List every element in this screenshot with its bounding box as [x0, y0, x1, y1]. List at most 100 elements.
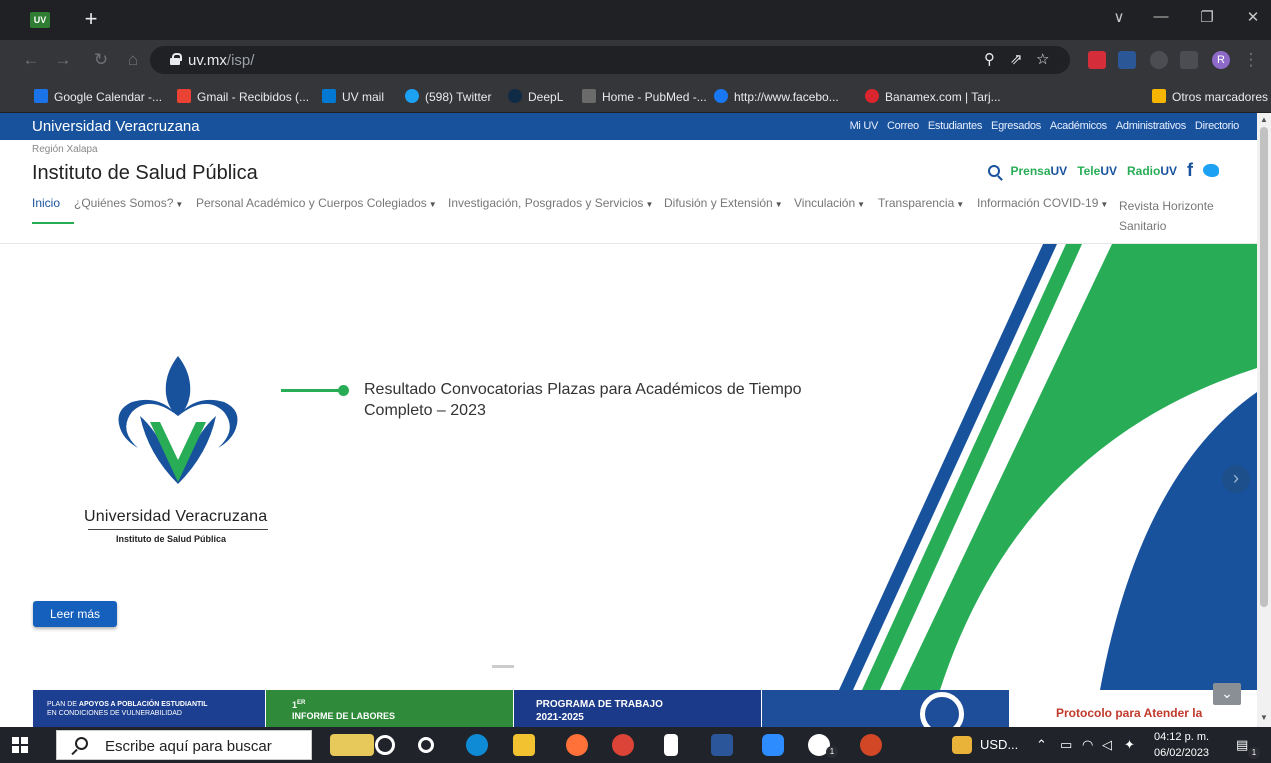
- minimize-button[interactable]: —: [1146, 8, 1176, 25]
- zoom-search-icon[interactable]: ⚲: [984, 50, 995, 68]
- bookmark-other[interactable]: Otros marcadores: [1152, 89, 1268, 104]
- new-tab-button[interactable]: +: [80, 6, 102, 32]
- banner-programa-text: PROGRAMA DE TRABAJO 2021-2025: [536, 699, 663, 723]
- menu-dots-icon[interactable]: ⋮: [1240, 50, 1262, 70]
- banner-programa[interactable]: PROGRAMA DE TRABAJO 2021-2025: [514, 690, 761, 727]
- task-view-icon[interactable]: [418, 737, 434, 753]
- caret-down-icon: ▼: [645, 200, 654, 209]
- hero-headline[interactable]: Resultado Convocatorias Plazas para Acad…: [364, 379, 814, 421]
- collapse-chevron-icon[interactable]: ⌄: [1213, 683, 1241, 705]
- banamex-icon: [865, 89, 879, 103]
- notepad-icon[interactable]: [664, 734, 678, 756]
- nav-personal-academico[interactable]: Personal Académico y Cuerpos Colegiados ▼: [196, 196, 437, 210]
- facebook-icon[interactable]: f: [1187, 160, 1193, 181]
- next-slide-icon[interactable]: ›: [1222, 465, 1250, 493]
- bookmark-star-icon[interactable]: ☆: [1036, 50, 1049, 68]
- bookmark-uv-mail[interactable]: UV mail: [322, 89, 384, 104]
- uv-top-bar: Universidad Veracruzana Mi UV Correo Est…: [0, 113, 1257, 140]
- extension-mega-icon[interactable]: [1088, 51, 1106, 69]
- nav-inicio[interactable]: Inicio: [32, 196, 74, 224]
- extension-icon[interactable]: [1150, 51, 1168, 69]
- link-correo[interactable]: Correo: [887, 120, 919, 132]
- banner-apoyos[interactable]: PLAN DE APOYOS A POBLACIÓN ESTUDIANTIL EN…: [33, 690, 265, 727]
- caret-down-icon: ▼: [857, 200, 866, 209]
- back-arrow-icon[interactable]: ←: [20, 50, 42, 70]
- cortana-icon[interactable]: [375, 735, 395, 755]
- bookmark-gmail[interactable]: Gmail - Recibidos (...: [177, 89, 309, 104]
- battery-icon[interactable]: ▭: [1060, 737, 1072, 753]
- link-academicos[interactable]: Académicos: [1050, 120, 1107, 132]
- file-explorer-icon[interactable]: [513, 734, 535, 756]
- link-egresados[interactable]: Egresados: [991, 120, 1041, 132]
- edge-icon[interactable]: [466, 734, 488, 756]
- dropbox-icon[interactable]: ✦: [1124, 737, 1135, 753]
- notifications-icon[interactable]: ▤: [1236, 737, 1248, 753]
- bookmark-twitter[interactable]: (598) Twitter: [405, 89, 491, 104]
- bookmarks-bar: Google Calendar -... Gmail - Recibidos (…: [0, 80, 1271, 113]
- tray-chevron-icon[interactable]: ⌃: [1036, 737, 1047, 753]
- extensions-puzzle-icon[interactable]: [1180, 51, 1198, 69]
- slide-indicator[interactable]: [492, 665, 514, 668]
- banner-informe[interactable]: 1ER INFORME DE LABORES: [266, 690, 513, 727]
- nav-investigacion[interactable]: Investigación, Posgrados y Servicios ▼: [448, 196, 653, 210]
- firefox-icon[interactable]: [566, 734, 588, 756]
- chrome-icon[interactable]: [612, 734, 634, 756]
- twitter-icon[interactable]: [1203, 164, 1219, 177]
- scroll-thumb[interactable]: [1260, 127, 1268, 607]
- link-mi-uv[interactable]: Mi UV: [850, 120, 879, 132]
- extension-download-icon[interactable]: [1118, 51, 1136, 69]
- address-bar[interactable]: uv.mx/isp/ ⚲ ⇗ ☆: [150, 46, 1070, 74]
- nav-covid[interactable]: Información COVID-19 ▼: [977, 196, 1108, 210]
- taskbar-clock[interactable]: 04:12 p. m. 06/02/2023: [1154, 729, 1209, 761]
- nav-difusion[interactable]: Difusión y Extensión ▼: [664, 196, 783, 210]
- restore-button[interactable]: ❐: [1192, 8, 1222, 26]
- bookmark-facebook[interactable]: http://www.facebo...: [714, 89, 839, 104]
- zoom-icon[interactable]: [762, 734, 784, 756]
- tele-uv-link[interactable]: TeleUV: [1077, 164, 1117, 178]
- bookmark-deepl[interactable]: DeepL: [508, 89, 563, 104]
- nav-revista[interactable]: Revista Horizonte Sanitario: [1119, 196, 1214, 236]
- link-administrativos[interactable]: Administrativos: [1116, 120, 1186, 132]
- folder-icon: [1152, 89, 1166, 103]
- wifi-icon[interactable]: ◠: [1082, 737, 1093, 753]
- link-directorio[interactable]: Directorio: [1195, 120, 1239, 132]
- forward-arrow-icon[interactable]: →: [52, 50, 74, 70]
- read-more-button[interactable]: Leer más: [33, 601, 117, 627]
- nav-quienes-somos[interactable]: ¿Quiénes Somos? ▼: [74, 196, 183, 210]
- reload-icon[interactable]: ↻: [90, 50, 112, 70]
- radio-uv-link[interactable]: RadioUV: [1127, 164, 1177, 178]
- region-label: Región Xalapa: [32, 144, 98, 155]
- prensa-uv-link[interactable]: PrensaUV: [1010, 164, 1067, 178]
- bookmark-pubmed[interactable]: Home - PubMed -...: [582, 89, 707, 104]
- word-icon[interactable]: [711, 734, 733, 756]
- link-estudiantes[interactable]: Estudiantes: [928, 120, 982, 132]
- nav-vinculacion[interactable]: Vinculación ▼: [794, 196, 865, 210]
- share-icon[interactable]: ⇗: [1010, 50, 1023, 68]
- windows-start-icon[interactable]: [12, 737, 28, 753]
- close-button[interactable]: ✕: [1238, 8, 1268, 26]
- tab-search-icon[interactable]: ∨: [1104, 8, 1134, 26]
- page-scrollbar[interactable]: ▲ ▼: [1257, 113, 1271, 727]
- home-icon[interactable]: ⌂: [122, 50, 144, 70]
- url-text[interactable]: uv.mx/isp/: [188, 52, 254, 69]
- bookmark-google-calendar[interactable]: Google Calendar -...: [34, 89, 162, 104]
- weather-text[interactable]: USD...: [980, 737, 1018, 752]
- powerpoint-icon[interactable]: [860, 734, 882, 756]
- profile-avatar[interactable]: R: [1212, 51, 1230, 69]
- search-highlight-icon[interactable]: [330, 734, 374, 756]
- bookmark-banamex[interactable]: Banamex.com | Tarj...: [865, 89, 1001, 104]
- banner-uv[interactable]: [762, 690, 1009, 727]
- taskbar-search-input[interactable]: Escribe aquí para buscar: [56, 730, 312, 760]
- nav-transparencia[interactable]: Transparencia ▼: [878, 196, 964, 210]
- page-title[interactable]: Instituto de Salud Pública: [32, 162, 258, 185]
- uv-home-link[interactable]: Universidad Veracruzana: [32, 118, 200, 135]
- volume-icon[interactable]: ◁: [1102, 737, 1112, 753]
- search-icon[interactable]: [988, 164, 1001, 177]
- caret-down-icon: ▼: [1100, 200, 1109, 209]
- scroll-down-icon[interactable]: ▼: [1260, 713, 1268, 722]
- lock-icon[interactable]: [170, 53, 182, 65]
- weather-icon[interactable]: [952, 736, 972, 754]
- uv-tab-favicon[interactable]: UV: [30, 12, 50, 28]
- scroll-up-icon[interactable]: ▲: [1260, 115, 1268, 124]
- facebook-icon: [714, 89, 728, 103]
